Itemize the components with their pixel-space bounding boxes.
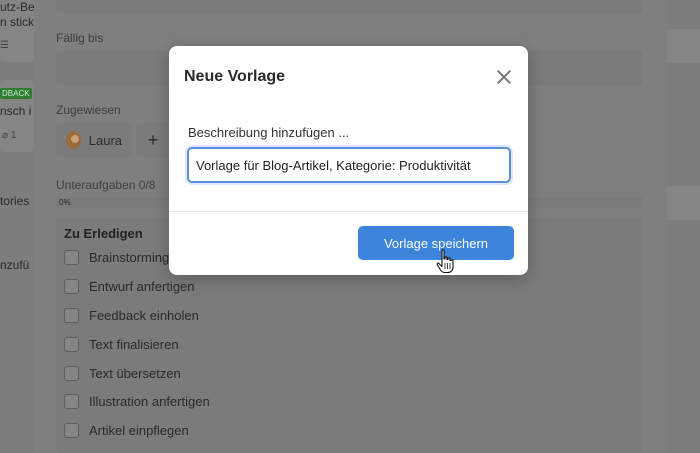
paperclip-icon: ⌀ [2,130,9,141]
attachment-count: ⌀ 1 [2,130,16,141]
avatar [66,131,81,149]
assigned-label: Zugewiesen [56,103,121,117]
status-badge: DBACK [0,88,32,99]
checklist-item[interactable]: Text übersetzen [64,366,181,381]
checklist-item[interactable]: Illustration anfertigen [64,394,210,409]
description-field[interactable] [56,0,642,13]
dialog-divider [169,211,528,212]
checkbox[interactable] [64,279,79,294]
checklist-item-label: Brainstorming [89,250,170,265]
background-card[interactable] [667,186,700,220]
background-card[interactable]: DBACK nsch i ⌀ 1 [0,80,34,152]
checklist-item[interactable]: Text finalisieren [64,337,179,352]
close-icon[interactable] [495,68,513,86]
checklist-item[interactable]: Feedback einholen [64,308,199,323]
background-right-column [667,0,700,453]
assignee-name: Laura [88,132,122,148]
description-label: Beschreibung hinzufügen ... [188,125,350,140]
checkbox[interactable] [64,250,79,265]
checklist-title: Zu Erledigen [64,226,143,241]
checkbox[interactable] [64,423,79,438]
attachment-count-value: 1 [10,130,17,141]
background-text: tories [0,194,30,208]
checklist-item[interactable]: Entwurf anfertigen [64,279,195,294]
checkbox[interactable] [64,308,79,323]
subtasks-label: Unteraufgaben 0/8 [56,178,156,192]
checkbox[interactable] [64,394,79,409]
checklist-item-label: Artikel einpflegen [89,423,189,438]
checklist-item[interactable]: Artikel einpflegen [64,423,189,438]
background-text: nzufü [0,258,30,272]
checklist-item-label: Entwurf anfertigen [89,279,195,294]
card-text: nsch i [0,104,32,118]
checklist-item[interactable]: Brainstorming [64,250,169,265]
checklist-item-label: Text übersetzen [89,366,181,381]
card-text: n stick [0,15,34,29]
list-icon: ☰ [0,40,9,51]
checkbox[interactable] [64,366,79,381]
card-text: utz-Be [0,0,34,14]
dialog-title: Neue Vorlage [184,68,286,85]
checkbox[interactable] [64,337,79,352]
hand-pointer-cursor-icon [436,249,454,274]
checklist-item-label: Text finalisieren [89,337,179,352]
add-assignee-button[interactable]: + [136,123,170,157]
template-description-input[interactable] [187,147,511,183]
assignee-chip[interactable]: Laura [56,123,132,157]
checklist-item-label: Feedback einholen [89,308,199,323]
progress-text: 0% [59,198,71,207]
due-date-label: Fällig bis [56,31,104,45]
background-card[interactable]: utz-Be n stick ☰ [0,0,34,62]
background-card[interactable] [667,29,700,63]
new-template-dialog: Neue Vorlage Beschreibung hinzufügen ...… [169,46,528,275]
checklist-item-label: Illustration anfertigen [89,394,210,409]
